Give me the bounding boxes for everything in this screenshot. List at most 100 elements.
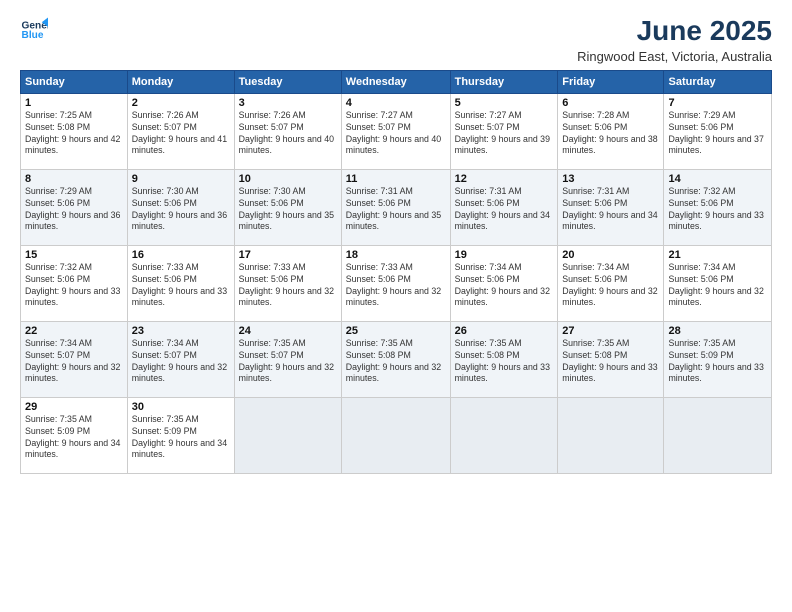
page: General Blue June 2025 Ringwood East, Vi… bbox=[0, 0, 792, 612]
day-info: Sunrise: 7:26 AMSunset: 5:07 PMDaylight:… bbox=[132, 110, 230, 158]
day-info: Sunrise: 7:27 AMSunset: 5:07 PMDaylight:… bbox=[455, 110, 554, 158]
day-number: 12 bbox=[455, 173, 554, 185]
day-info: Sunrise: 7:34 AMSunset: 5:06 PMDaylight:… bbox=[455, 262, 554, 310]
day-number: 20 bbox=[562, 249, 659, 261]
calendar-cell: 11Sunrise: 7:31 AMSunset: 5:06 PMDayligh… bbox=[341, 169, 450, 245]
day-info: Sunrise: 7:35 AMSunset: 5:08 PMDaylight:… bbox=[346, 338, 446, 386]
day-info: Sunrise: 7:26 AMSunset: 5:07 PMDaylight:… bbox=[239, 110, 337, 158]
day-info: Sunrise: 7:30 AMSunset: 5:06 PMDaylight:… bbox=[239, 186, 337, 234]
day-number: 8 bbox=[25, 173, 123, 185]
day-info: Sunrise: 7:28 AMSunset: 5:06 PMDaylight:… bbox=[562, 110, 659, 158]
day-info: Sunrise: 7:31 AMSunset: 5:06 PMDaylight:… bbox=[346, 186, 446, 234]
col-thursday: Thursday bbox=[450, 70, 558, 93]
day-info: Sunrise: 7:32 AMSunset: 5:06 PMDaylight:… bbox=[25, 262, 123, 310]
day-info: Sunrise: 7:29 AMSunset: 5:06 PMDaylight:… bbox=[668, 110, 767, 158]
day-info: Sunrise: 7:35 AMSunset: 5:09 PMDaylight:… bbox=[668, 338, 767, 386]
col-saturday: Saturday bbox=[664, 70, 772, 93]
calendar-cell: 20Sunrise: 7:34 AMSunset: 5:06 PMDayligh… bbox=[558, 245, 664, 321]
day-info: Sunrise: 7:31 AMSunset: 5:06 PMDaylight:… bbox=[562, 186, 659, 234]
day-number: 22 bbox=[25, 325, 123, 337]
title-block: June 2025 Ringwood East, Victoria, Austr… bbox=[577, 16, 772, 64]
calendar-cell: 7Sunrise: 7:29 AMSunset: 5:06 PMDaylight… bbox=[664, 93, 772, 169]
calendar-cell: 27Sunrise: 7:35 AMSunset: 5:08 PMDayligh… bbox=[558, 321, 664, 397]
day-info: Sunrise: 7:34 AMSunset: 5:06 PMDaylight:… bbox=[668, 262, 767, 310]
calendar-cell: 12Sunrise: 7:31 AMSunset: 5:06 PMDayligh… bbox=[450, 169, 558, 245]
calendar-cell: 28Sunrise: 7:35 AMSunset: 5:09 PMDayligh… bbox=[664, 321, 772, 397]
calendar-week-4: 22Sunrise: 7:34 AMSunset: 5:07 PMDayligh… bbox=[21, 321, 772, 397]
calendar-week-1: 1Sunrise: 7:25 AMSunset: 5:08 PMDaylight… bbox=[21, 93, 772, 169]
col-wednesday: Wednesday bbox=[341, 70, 450, 93]
calendar-cell: 17Sunrise: 7:33 AMSunset: 5:06 PMDayligh… bbox=[234, 245, 341, 321]
day-info: Sunrise: 7:35 AMSunset: 5:07 PMDaylight:… bbox=[239, 338, 337, 386]
calendar-cell: 26Sunrise: 7:35 AMSunset: 5:08 PMDayligh… bbox=[450, 321, 558, 397]
day-number: 5 bbox=[455, 97, 554, 109]
day-info: Sunrise: 7:29 AMSunset: 5:06 PMDaylight:… bbox=[25, 186, 123, 234]
day-info: Sunrise: 7:34 AMSunset: 5:07 PMDaylight:… bbox=[132, 338, 230, 386]
day-number: 1 bbox=[25, 97, 123, 109]
day-number: 9 bbox=[132, 173, 230, 185]
day-number: 6 bbox=[562, 97, 659, 109]
calendar-cell: 6Sunrise: 7:28 AMSunset: 5:06 PMDaylight… bbox=[558, 93, 664, 169]
day-number: 17 bbox=[239, 249, 337, 261]
day-number: 7 bbox=[668, 97, 767, 109]
day-info: Sunrise: 7:35 AMSunset: 5:08 PMDaylight:… bbox=[455, 338, 554, 386]
calendar-cell: 24Sunrise: 7:35 AMSunset: 5:07 PMDayligh… bbox=[234, 321, 341, 397]
calendar-table: Sunday Monday Tuesday Wednesday Thursday… bbox=[20, 70, 772, 474]
logo: General Blue bbox=[20, 16, 48, 44]
day-info: Sunrise: 7:35 AMSunset: 5:08 PMDaylight:… bbox=[562, 338, 659, 386]
calendar-cell bbox=[558, 397, 664, 473]
day-number: 28 bbox=[668, 325, 767, 337]
logo-icon: General Blue bbox=[20, 16, 48, 44]
calendar-cell bbox=[450, 397, 558, 473]
calendar-cell: 22Sunrise: 7:34 AMSunset: 5:07 PMDayligh… bbox=[21, 321, 128, 397]
calendar-cell: 15Sunrise: 7:32 AMSunset: 5:06 PMDayligh… bbox=[21, 245, 128, 321]
calendar-cell: 4Sunrise: 7:27 AMSunset: 5:07 PMDaylight… bbox=[341, 93, 450, 169]
day-number: 11 bbox=[346, 173, 446, 185]
calendar-cell: 21Sunrise: 7:34 AMSunset: 5:06 PMDayligh… bbox=[664, 245, 772, 321]
col-friday: Friday bbox=[558, 70, 664, 93]
day-number: 14 bbox=[668, 173, 767, 185]
day-number: 21 bbox=[668, 249, 767, 261]
calendar-cell: 5Sunrise: 7:27 AMSunset: 5:07 PMDaylight… bbox=[450, 93, 558, 169]
calendar-cell: 23Sunrise: 7:34 AMSunset: 5:07 PMDayligh… bbox=[127, 321, 234, 397]
day-number: 4 bbox=[346, 97, 446, 109]
day-number: 25 bbox=[346, 325, 446, 337]
calendar-cell bbox=[234, 397, 341, 473]
calendar-cell: 9Sunrise: 7:30 AMSunset: 5:06 PMDaylight… bbox=[127, 169, 234, 245]
day-number: 19 bbox=[455, 249, 554, 261]
day-number: 3 bbox=[239, 97, 337, 109]
calendar-header-row: Sunday Monday Tuesday Wednesday Thursday… bbox=[21, 70, 772, 93]
day-info: Sunrise: 7:33 AMSunset: 5:06 PMDaylight:… bbox=[346, 262, 446, 310]
day-info: Sunrise: 7:30 AMSunset: 5:06 PMDaylight:… bbox=[132, 186, 230, 234]
day-number: 16 bbox=[132, 249, 230, 261]
day-info: Sunrise: 7:35 AMSunset: 5:09 PMDaylight:… bbox=[132, 414, 230, 462]
day-number: 24 bbox=[239, 325, 337, 337]
calendar-cell: 29Sunrise: 7:35 AMSunset: 5:09 PMDayligh… bbox=[21, 397, 128, 473]
day-info: Sunrise: 7:32 AMSunset: 5:06 PMDaylight:… bbox=[668, 186, 767, 234]
day-info: Sunrise: 7:34 AMSunset: 5:06 PMDaylight:… bbox=[562, 262, 659, 310]
day-info: Sunrise: 7:35 AMSunset: 5:09 PMDaylight:… bbox=[25, 414, 123, 462]
calendar-cell: 30Sunrise: 7:35 AMSunset: 5:09 PMDayligh… bbox=[127, 397, 234, 473]
col-monday: Monday bbox=[127, 70, 234, 93]
day-info: Sunrise: 7:25 AMSunset: 5:08 PMDaylight:… bbox=[25, 110, 123, 158]
day-number: 2 bbox=[132, 97, 230, 109]
calendar-cell bbox=[664, 397, 772, 473]
calendar-cell: 1Sunrise: 7:25 AMSunset: 5:08 PMDaylight… bbox=[21, 93, 128, 169]
day-number: 29 bbox=[25, 401, 123, 413]
calendar-cell: 19Sunrise: 7:34 AMSunset: 5:06 PMDayligh… bbox=[450, 245, 558, 321]
day-number: 13 bbox=[562, 173, 659, 185]
calendar-week-5: 29Sunrise: 7:35 AMSunset: 5:09 PMDayligh… bbox=[21, 397, 772, 473]
day-info: Sunrise: 7:34 AMSunset: 5:07 PMDaylight:… bbox=[25, 338, 123, 386]
calendar-cell: 16Sunrise: 7:33 AMSunset: 5:06 PMDayligh… bbox=[127, 245, 234, 321]
day-number: 10 bbox=[239, 173, 337, 185]
col-sunday: Sunday bbox=[21, 70, 128, 93]
calendar-cell: 2Sunrise: 7:26 AMSunset: 5:07 PMDaylight… bbox=[127, 93, 234, 169]
calendar-cell: 3Sunrise: 7:26 AMSunset: 5:07 PMDaylight… bbox=[234, 93, 341, 169]
calendar-cell: 25Sunrise: 7:35 AMSunset: 5:08 PMDayligh… bbox=[341, 321, 450, 397]
calendar-cell: 18Sunrise: 7:33 AMSunset: 5:06 PMDayligh… bbox=[341, 245, 450, 321]
calendar-cell: 14Sunrise: 7:32 AMSunset: 5:06 PMDayligh… bbox=[664, 169, 772, 245]
calendar-cell: 13Sunrise: 7:31 AMSunset: 5:06 PMDayligh… bbox=[558, 169, 664, 245]
col-tuesday: Tuesday bbox=[234, 70, 341, 93]
day-number: 26 bbox=[455, 325, 554, 337]
day-number: 30 bbox=[132, 401, 230, 413]
